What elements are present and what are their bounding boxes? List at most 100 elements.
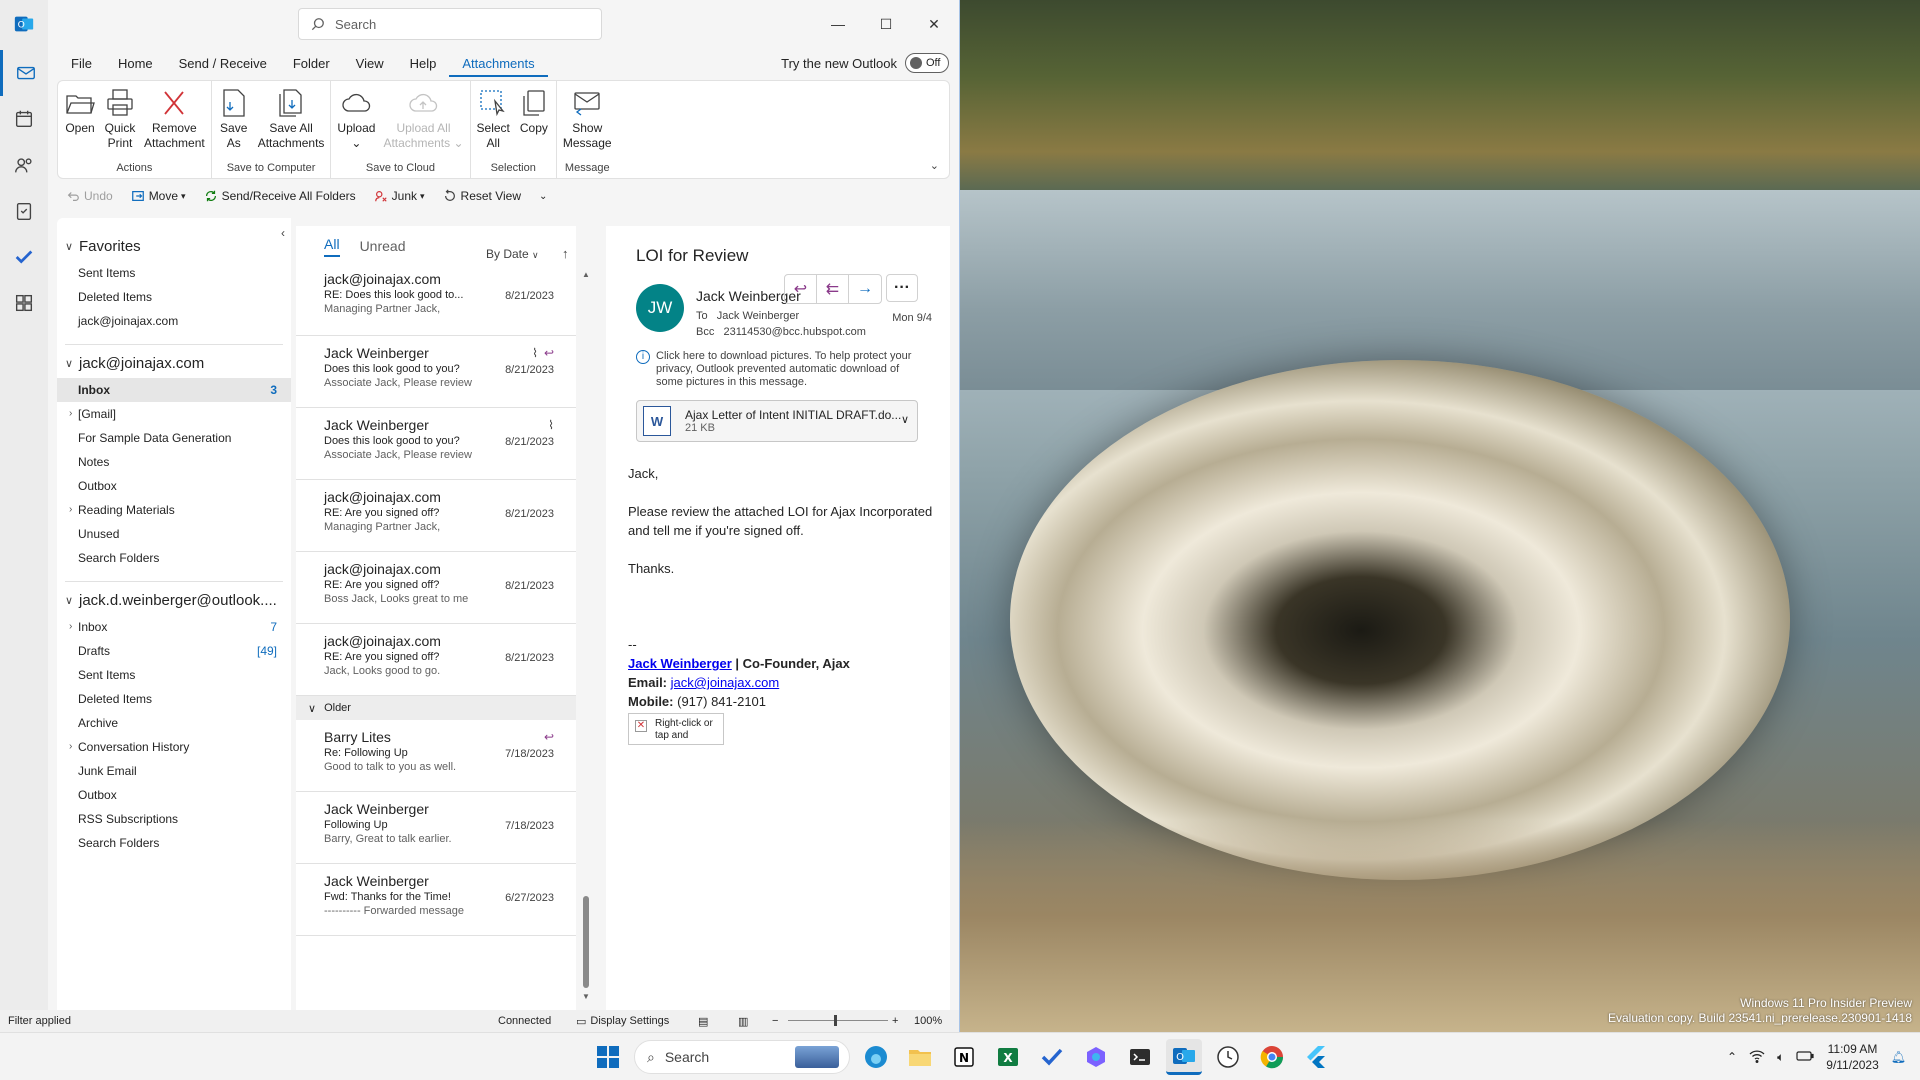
signature-name-link[interactable]: Jack Weinberger xyxy=(628,656,732,671)
move-button[interactable]: Move ▾ xyxy=(122,189,195,203)
calendar-icon[interactable] xyxy=(0,96,48,142)
account1-header[interactable]: ∨ jack@joinajax.com xyxy=(57,349,291,378)
folder-item[interactable]: Outbox xyxy=(57,783,291,807)
folder-item[interactable]: Unused xyxy=(57,522,291,546)
message-item[interactable]: jack@joinajax.com RE: Does this look goo… xyxy=(296,266,576,336)
excel-icon[interactable]: X xyxy=(990,1039,1026,1075)
outlook-taskbar-icon[interactable]: O xyxy=(1166,1039,1202,1075)
wifi-icon[interactable] xyxy=(1749,1049,1765,1066)
message-item[interactable]: Jack Weinberger Does this look good to y… xyxy=(296,336,576,408)
folder-item[interactable]: Outbox xyxy=(57,474,291,498)
chevron-right-icon[interactable]: › xyxy=(69,735,72,759)
folder-item[interactable]: Notes xyxy=(57,450,291,474)
copy-button[interactable]: Copy xyxy=(514,85,554,160)
folder-item[interactable]: › Conversation History xyxy=(57,735,291,759)
junk-button[interactable]: Junk ▾ xyxy=(365,189,434,203)
scroll-thumb[interactable] xyxy=(583,896,589,988)
folder-item[interactable]: Junk Email xyxy=(57,759,291,783)
todo-app-icon[interactable] xyxy=(1034,1039,1070,1075)
quick-print-button[interactable]: Quick Print xyxy=(100,85,140,160)
group-header-older[interactable]: ∨ Older xyxy=(296,696,576,720)
folder-item[interactable]: Deleted Items xyxy=(57,687,291,711)
edge-beta-icon[interactable] xyxy=(858,1039,894,1075)
new-outlook-toggle[interactable]: Off xyxy=(905,53,949,73)
send-receive-all-button[interactable]: Send/Receive All Folders xyxy=(195,189,365,203)
show-message-button[interactable]: Show Message xyxy=(559,85,616,160)
normal-view-icon[interactable]: ▤ xyxy=(698,1015,708,1028)
undo-button[interactable]: Undo xyxy=(57,189,122,203)
battery-icon[interactable] xyxy=(1796,1050,1814,1065)
save-as-button[interactable]: Save As xyxy=(214,85,254,160)
bcc-recipient[interactable]: 23114530@bcc.hubspot.com xyxy=(724,326,866,338)
reply-all-icon[interactable]: ⇇ xyxy=(817,275,849,303)
apps-icon[interactable] xyxy=(0,280,48,326)
folder-item[interactable]: › Inbox 7 xyxy=(57,615,291,639)
folder-item[interactable]: RSS Subscriptions xyxy=(57,807,291,831)
folder-item[interactable]: jack@joinajax.com xyxy=(57,309,291,333)
clock[interactable]: 11:09 AM 9/11/2023 xyxy=(1826,1041,1879,1073)
sort-arrow-icon[interactable]: ↑ xyxy=(562,246,569,261)
menu-file[interactable]: File xyxy=(58,56,105,71)
chevron-right-icon[interactable]: › xyxy=(69,615,72,639)
menu-attachments[interactable]: Attachments xyxy=(449,56,548,77)
upload-button[interactable]: Upload ⌄ xyxy=(333,85,379,160)
scroll-up-icon[interactable]: ▲ xyxy=(582,270,590,279)
zoom-in-icon[interactable]: + xyxy=(892,1015,898,1027)
zoom-level[interactable]: 100% xyxy=(914,1015,942,1027)
people-icon[interactable] xyxy=(0,142,48,188)
sort-dropdown[interactable]: By Date ∨ ↑ xyxy=(486,246,568,261)
menu-view[interactable]: View xyxy=(343,56,397,71)
message-list-scrollbar[interactable]: ▲ ▼ xyxy=(582,270,590,1001)
windows-start-icon[interactable] xyxy=(590,1039,626,1075)
upload-all-attachments-button[interactable]: Upload All Attachments ⌄ xyxy=(379,85,467,160)
folder-item[interactable]: Sent Items xyxy=(57,663,291,687)
ribbon-collapse-chevron-icon[interactable]: ⌄ xyxy=(930,159,939,172)
search-box[interactable]: Search xyxy=(298,8,602,40)
todo-icon[interactable] xyxy=(0,234,48,280)
display-settings-button[interactable]: ▭ Display Settings xyxy=(576,1015,669,1028)
scroll-down-icon[interactable]: ▼ xyxy=(582,992,590,1001)
signature-email-link[interactable]: jack@joinajax.com xyxy=(671,675,780,690)
favorites-header[interactable]: ∨ Favorites xyxy=(57,232,291,261)
menu-help[interactable]: Help xyxy=(397,56,450,71)
folder-item[interactable]: › Reading Materials xyxy=(57,498,291,522)
tab-all[interactable]: All xyxy=(324,236,340,257)
zoom-slider-thumb[interactable] xyxy=(834,1015,837,1026)
taskbar-search[interactable]: ⌕ Search xyxy=(634,1040,850,1074)
tab-unread[interactable]: Unread xyxy=(360,238,406,254)
attachment-card[interactable]: W Ajax Letter of Intent INITIAL DRAFT.do… xyxy=(636,400,918,442)
message-item[interactable]: Jack Weinberger Fwd: Thanks for the Time… xyxy=(296,864,576,936)
open-button[interactable]: Open xyxy=(60,85,100,160)
menu-send-receive[interactable]: Send / Receive xyxy=(166,56,280,71)
volume-icon[interactable]: 🔈︎ xyxy=(1777,1050,1784,1065)
more-actions-icon[interactable]: ··· xyxy=(886,274,918,302)
tasks-icon[interactable] xyxy=(0,188,48,234)
mail-icon[interactable] xyxy=(0,50,48,96)
folder-item-inbox[interactable]: Inbox 3 xyxy=(57,378,291,402)
message-item[interactable]: jack@joinajax.com RE: Are you signed off… xyxy=(296,480,576,552)
save-all-attachments-button[interactable]: Save All Attachments xyxy=(254,85,329,160)
reset-view-button[interactable]: Reset View xyxy=(434,189,530,203)
folder-item[interactable]: For Sample Data Generation xyxy=(57,426,291,450)
clock-app-icon[interactable] xyxy=(1210,1039,1246,1075)
copilot-icon[interactable] xyxy=(1078,1039,1114,1075)
folder-item[interactable]: Search Folders xyxy=(57,546,291,570)
forward-icon[interactable]: → xyxy=(849,275,881,303)
remove-attachment-button[interactable]: Remove Attachment xyxy=(140,85,209,160)
file-explorer-icon[interactable] xyxy=(902,1039,938,1075)
folder-item[interactable]: › [Gmail] xyxy=(57,402,291,426)
chevron-right-icon[interactable]: › xyxy=(69,402,72,426)
terminal-icon[interactable] xyxy=(1122,1039,1158,1075)
folder-item[interactable]: Drafts [49] xyxy=(57,639,291,663)
folder-item[interactable]: Archive xyxy=(57,711,291,735)
avatar[interactable]: JW xyxy=(636,284,684,332)
zoom-slider[interactable] xyxy=(788,1020,888,1021)
close-button[interactable]: ✕ xyxy=(922,12,946,36)
tray-overflow-chevron-icon[interactable]: ⌃ xyxy=(1727,1050,1737,1064)
notification-bell-icon[interactable]: 🔔︎ xyxy=(1891,1050,1906,1064)
reading-view-icon[interactable]: ▥ xyxy=(738,1015,748,1028)
minimize-button[interactable]: — xyxy=(826,12,850,36)
flutter-icon[interactable] xyxy=(1298,1039,1334,1075)
download-pictures-info[interactable]: i Click here to download pictures. To hel… xyxy=(636,350,926,389)
message-item[interactable]: jack@joinajax.com RE: Are you signed off… xyxy=(296,624,576,696)
